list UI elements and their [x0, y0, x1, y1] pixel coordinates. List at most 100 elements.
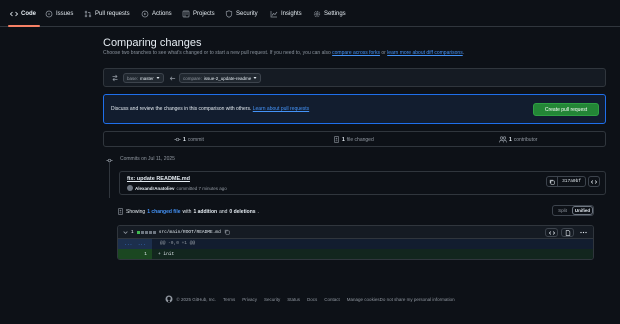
- page-subtitle: Choose two branches to see what's change…: [103, 50, 464, 56]
- base-value: master: [140, 75, 154, 81]
- commit-icon: [174, 137, 181, 142]
- timeline-line: [109, 162, 110, 198]
- tab-security[interactable]: Security: [225, 7, 258, 21]
- tab-projects[interactable]: Projects: [182, 7, 215, 21]
- tab-issues[interactable]: Issues: [45, 7, 73, 21]
- copy-icon[interactable]: [224, 229, 230, 235]
- diffstat-neutral: [144, 230, 148, 234]
- active-tab-indicator: [8, 25, 40, 27]
- unified-view-button[interactable]: Unified: [572, 206, 593, 215]
- summary-additions: 1 addition: [193, 208, 218, 215]
- commit-sha[interactable]: 317a0bf: [558, 179, 585, 184]
- copyright-text: © 2025 GitHub, Inc.: [176, 296, 216, 302]
- expand-hunk-button[interactable]: ... ...: [118, 239, 152, 249]
- tab-code[interactable]: Code: [10, 7, 36, 21]
- kebab-horizontal-icon: [580, 231, 587, 234]
- summary-with: with: [182, 208, 192, 215]
- page-title: Comparing changes: [103, 37, 202, 49]
- tab-insights-label: Insights: [281, 11, 302, 17]
- expand-dots: ...: [124, 241, 133, 247]
- contributors-count: 1: [509, 136, 512, 143]
- compare-across-forks-link[interactable]: compare across forks: [332, 50, 380, 56]
- hunk-header: ... ... @@ -0,0 +1 @@: [118, 239, 593, 249]
- tab-actions-label: Actions: [152, 11, 172, 17]
- summary-end: .: [257, 208, 259, 215]
- subtitle-end: .: [462, 50, 465, 56]
- commit-sha-group: 317a0bf: [546, 176, 586, 187]
- learn-diff-comparisons-link[interactable]: learn more about diff comparisons: [387, 50, 463, 56]
- commits-date-header: Commits on Jul 11, 2025: [120, 156, 175, 162]
- tab-issues-label: Issues: [56, 11, 74, 17]
- file-diff: 1 src/main/ROOT/README.md ... ... @@ -0,…: [117, 225, 594, 260]
- projects-icon: [182, 10, 190, 18]
- footer-link-do-not-share[interactable]: Do not share my personal information: [380, 297, 455, 302]
- footer-link-status[interactable]: Status: [287, 297, 300, 302]
- commit-author[interactable]: AlexandrAnatoliev: [135, 186, 175, 191]
- graph-icon: [270, 11, 278, 18]
- pull-request-icon: [84, 10, 92, 18]
- line-code: + init: [158, 252, 175, 257]
- avatar[interactable]: [127, 185, 133, 191]
- gear-icon: [313, 10, 321, 18]
- line-number[interactable]: 1: [118, 249, 152, 259]
- commit-title-link[interactable]: fix: update README.md: [127, 176, 190, 182]
- commits-count: 1: [183, 136, 186, 143]
- files-label: file changed: [346, 136, 374, 143]
- footer-link-security[interactable]: Security: [264, 297, 280, 302]
- browse-repo-at-commit-button[interactable]: [588, 176, 600, 187]
- view-source-button[interactable]: [545, 228, 558, 237]
- summary-showing: Showing: [126, 208, 146, 215]
- tab-projects-label: Projects: [193, 11, 215, 17]
- file-path[interactable]: src/main/ROOT/README.md: [159, 230, 221, 235]
- footer-link-privacy[interactable]: Privacy: [242, 297, 257, 302]
- tab-code-label: Code: [21, 11, 36, 17]
- code-icon: [548, 230, 555, 235]
- files-changed-stat[interactable]: 1 file changed: [333, 136, 374, 143]
- commits-stat[interactable]: 1 commit: [174, 136, 204, 143]
- code-icon: [591, 179, 597, 184]
- compare-arrows-icon: [112, 74, 118, 82]
- chevron-down-icon[interactable]: [123, 230, 128, 235]
- footer-link-manage-cookies[interactable]: Manage cookies: [347, 297, 380, 302]
- file-diff-icon: [334, 136, 339, 143]
- create-pr-banner: Discuss and review the changes in this c…: [103, 94, 606, 124]
- tab-security-label: Security: [236, 11, 258, 17]
- footer-copyright: © 2025 GitHub, Inc.: [165, 295, 216, 303]
- tab-pull-requests-label: Pull requests: [95, 11, 130, 17]
- diff-view-toggle: Split Unified: [552, 205, 594, 216]
- tab-insights[interactable]: Insights: [270, 7, 302, 21]
- compare-branch-select[interactable]: compare: issue-2_update-readme: [179, 73, 262, 83]
- changed-files-link[interactable]: 1 changed file: [147, 209, 180, 215]
- tab-settings-label: Settings: [324, 11, 346, 17]
- contributors-label: contributor: [513, 136, 538, 143]
- diffstat-neutral: [152, 230, 156, 234]
- footer-cookie-links: Manage cookies Do not share my personal …: [347, 297, 455, 302]
- diff-count: 1: [131, 229, 134, 235]
- tab-actions[interactable]: Actions: [141, 7, 172, 21]
- tab-pull-requests[interactable]: Pull requests: [84, 7, 130, 21]
- summary-and: and: [219, 208, 228, 215]
- more-options-button[interactable]: [577, 228, 590, 237]
- footer-link-contact[interactable]: Contact: [324, 297, 340, 302]
- view-file-button[interactable]: [561, 228, 574, 237]
- learn-pull-requests-link[interactable]: Learn about pull requests: [253, 106, 309, 112]
- commit-list-item: fix: update README.md AlexandrAnatoliev …: [119, 171, 606, 195]
- footer-link-docs[interactable]: Docs: [307, 297, 317, 302]
- base-label: base:: [127, 75, 139, 81]
- commit-icon: [106, 158, 113, 163]
- commit-meta: AlexandrAnatoliev committed 7 minutes ag…: [127, 185, 227, 191]
- repo-nav: Code Issues Pull requests Actions Projec…: [0, 0, 620, 27]
- base-branch-select[interactable]: base: master: [123, 73, 164, 83]
- split-view-button[interactable]: Split: [553, 206, 572, 215]
- copy-sha-button[interactable]: [547, 177, 559, 186]
- people-icon: [499, 136, 507, 143]
- contributors-stat[interactable]: 1 contributor: [499, 136, 537, 143]
- create-pull-request-button[interactable]: Create pull request: [533, 103, 599, 116]
- footer: © 2025 GitHub, Inc. Terms Privacy Securi…: [0, 295, 620, 303]
- footer-link-terms[interactable]: Terms: [223, 297, 235, 302]
- expand-dots-2: ...: [137, 241, 146, 247]
- branch-compare-bar: base: master compare: issue-2_update-rea…: [103, 68, 606, 87]
- file-diff-icon: [118, 208, 123, 215]
- tab-settings[interactable]: Settings: [313, 7, 346, 21]
- copy-icon: [549, 179, 555, 185]
